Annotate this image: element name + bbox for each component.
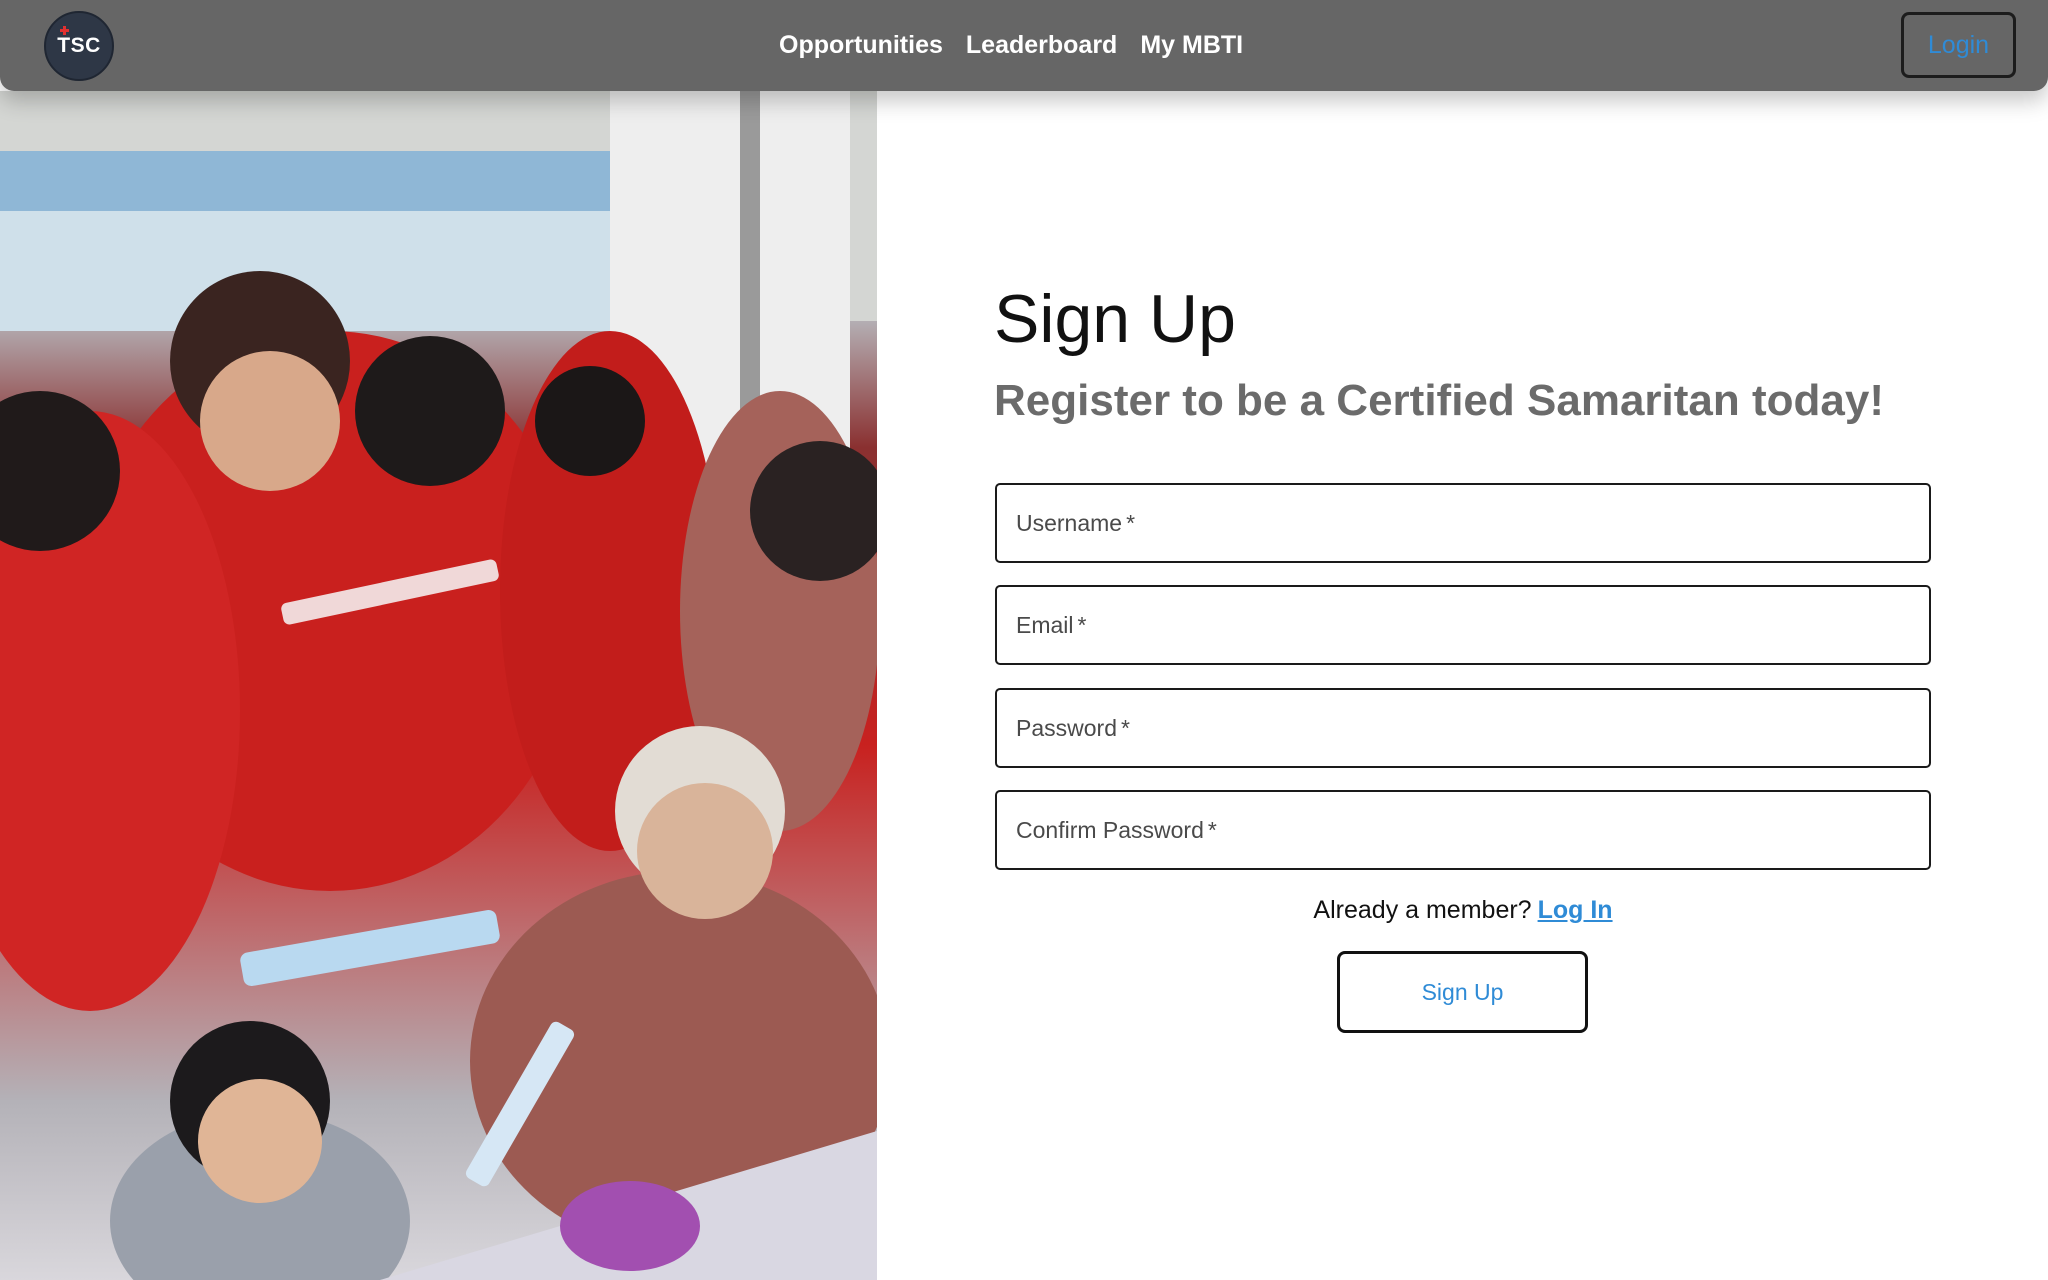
volunteer-photo (0, 91, 877, 1280)
login-link[interactable]: Log In (1538, 896, 1613, 924)
confirm-password-field[interactable]: Confirm Password * (995, 790, 1931, 870)
tsc-logo[interactable]: TSC (44, 11, 114, 81)
red-cross-icon (60, 26, 69, 35)
member-prompt: Already a member? Log In (995, 896, 1931, 925)
page-title: Sign Up (994, 281, 1236, 357)
signup-button[interactable]: Sign Up (1337, 951, 1588, 1033)
username-field[interactable]: Username * (995, 483, 1931, 563)
password-input[interactable] (997, 690, 1929, 766)
confirm-password-input[interactable] (997, 792, 1929, 868)
username-input[interactable] (997, 485, 1929, 561)
member-prompt-text: Already a member? (1313, 896, 1532, 924)
page-subtitle: Register to be a Certified Samaritan tod… (994, 376, 1884, 425)
nav-leaderboard[interactable]: Leaderboard (966, 31, 1117, 60)
login-button[interactable]: Login (1901, 12, 2016, 78)
email-field[interactable]: Email * (995, 585, 1931, 665)
signup-page: TSC Opportunities Leaderboard My MBTI Lo… (0, 0, 2048, 1280)
password-field[interactable]: Password * (995, 688, 1931, 768)
photo-illustration (0, 91, 877, 1280)
top-navbar: TSC Opportunities Leaderboard My MBTI Lo… (0, 0, 2048, 91)
nav-my-mbti[interactable]: My MBTI (1140, 31, 1243, 60)
nav-opportunities[interactable]: Opportunities (779, 31, 943, 60)
email-input[interactable] (997, 587, 1929, 663)
logo-text: TSC (57, 34, 101, 57)
nav-links: Opportunities Leaderboard My MBTI (779, 0, 1243, 91)
